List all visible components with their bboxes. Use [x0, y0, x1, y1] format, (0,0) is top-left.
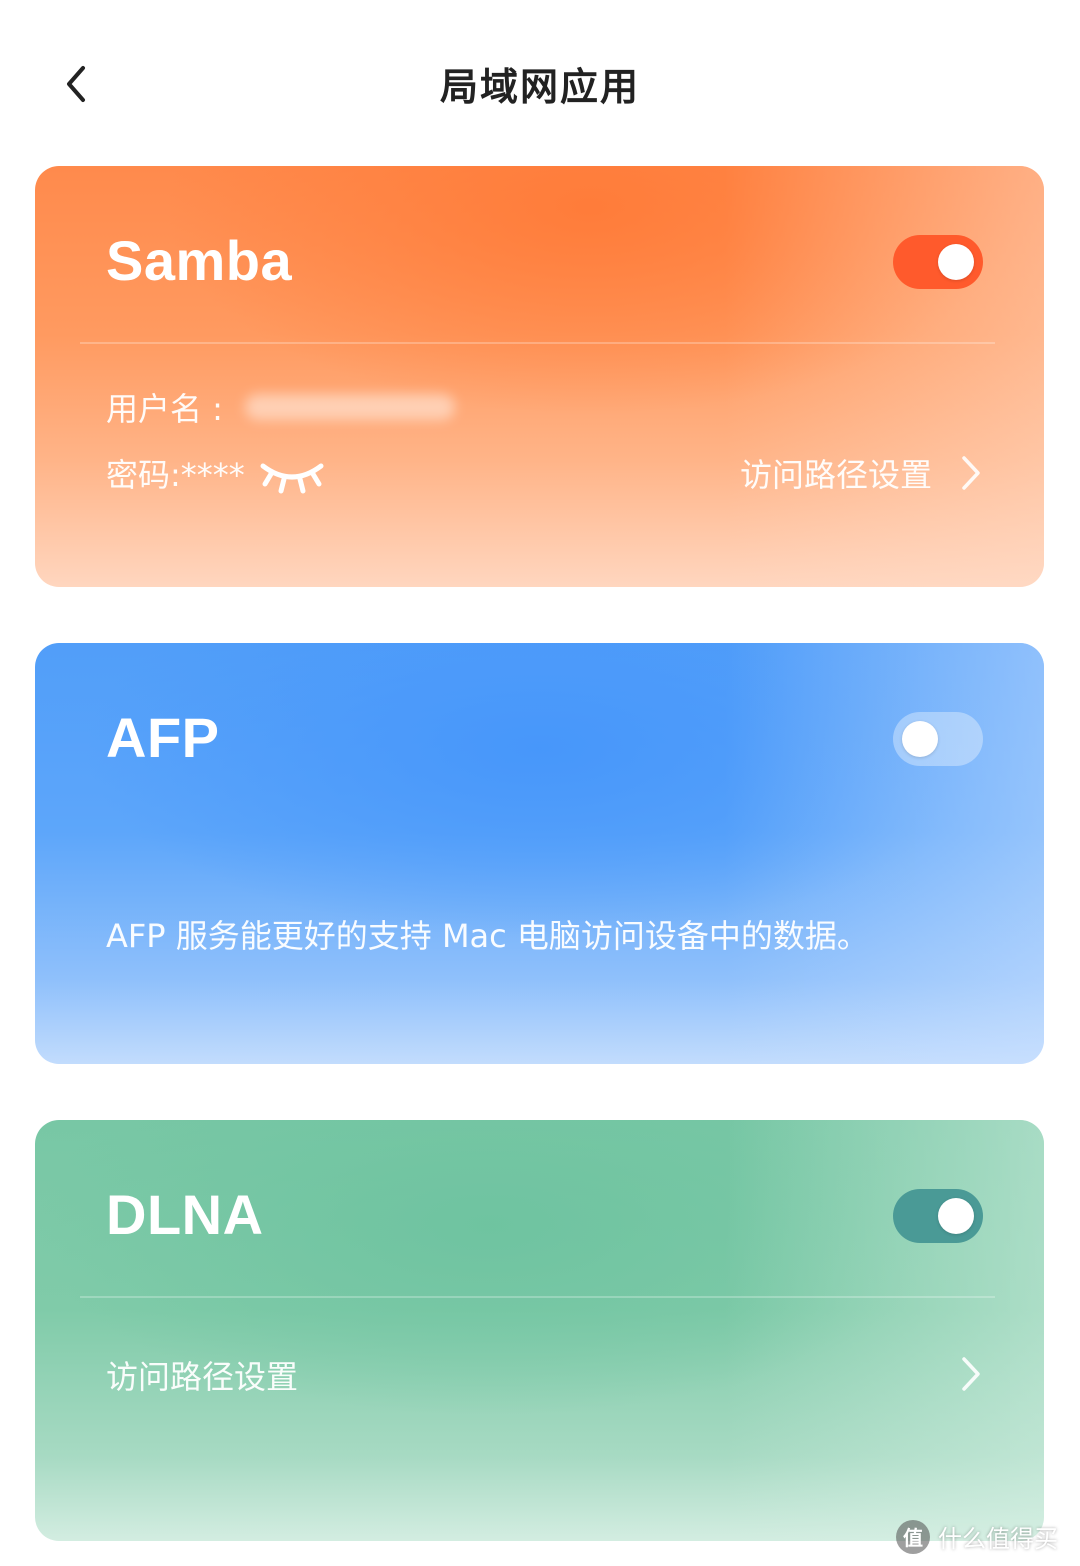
afp-card: AFP AFP 服务能更好的支持 Mac 电脑访问设备中的数据。 — [35, 643, 1044, 1064]
watermark-badge: 值 — [896, 1519, 930, 1554]
divider — [80, 1296, 995, 1298]
dlna-toggle[interactable] — [893, 1189, 983, 1243]
samba-path-settings-link[interactable]: 访问路径设置 — [740, 450, 982, 496]
dlna-path-label: 访问路径设置 — [106, 1358, 299, 1396]
samba-toggle[interactable] — [893, 235, 983, 289]
toggle-knob — [938, 244, 974, 280]
dlna-title: DLNA — [106, 1183, 264, 1246]
divider — [80, 342, 995, 344]
samba-card: Samba 用户名 : 密码:**** 访问路径设置 — [35, 166, 1044, 587]
eye-closed-icon[interactable] — [259, 458, 325, 500]
afp-description: AFP 服务能更好的支持 Mac 电脑访问设备中的数据。 — [106, 917, 869, 955]
samba-path-label: 访问路径设置 — [739, 456, 932, 494]
toggle-knob — [938, 1198, 974, 1234]
watermark: 值 什么值得买 — [896, 1519, 1058, 1554]
afp-title: AFP — [106, 706, 220, 769]
header: 局域网应用 — [0, 0, 1080, 166]
samba-title: Samba — [106, 229, 293, 292]
samba-password-label: 密码:**** — [106, 456, 245, 494]
dlna-card: DLNA 访问路径设置 — [35, 1120, 1044, 1541]
chevron-right-icon — [960, 455, 982, 491]
samba-username-label: 用户名 : — [106, 390, 223, 428]
dlna-path-settings-link[interactable]: 访问路径设置 — [106, 1352, 298, 1398]
samba-username-value-blurred — [245, 394, 455, 420]
page-title: 局域网应用 — [439, 65, 640, 109]
watermark-text: 什么值得买 — [938, 1525, 1058, 1553]
afp-toggle[interactable] — [893, 712, 983, 766]
chevron-right-icon[interactable] — [960, 1356, 982, 1396]
toggle-knob — [902, 721, 938, 757]
